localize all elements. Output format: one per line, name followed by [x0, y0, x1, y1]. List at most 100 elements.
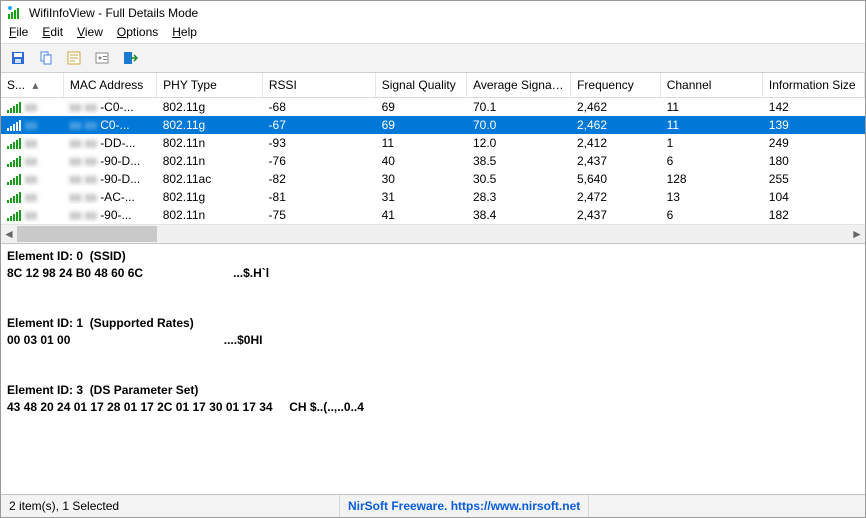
table-row[interactable]: xxxx xx -90-D...802.11n-764038.52,437618… — [1, 152, 865, 170]
cell-avg: 28.3 — [467, 190, 571, 204]
cell-freq: 2,437 — [571, 154, 661, 168]
cell-freq: 2,412 — [571, 136, 661, 150]
menu-file[interactable]: File — [9, 25, 28, 39]
menu-help[interactable]: Help — [172, 25, 197, 39]
cell-phy: 802.11n — [157, 136, 263, 150]
cell-freq: 2,462 — [571, 118, 661, 132]
scroll-track[interactable] — [17, 226, 849, 242]
options-button[interactable] — [91, 47, 113, 69]
cell-mac: xx xx -C0-... — [64, 100, 157, 114]
header-freq[interactable]: Frequency — [571, 73, 661, 97]
header-signal-quality[interactable]: Signal Quality — [376, 73, 467, 97]
scroll-thumb[interactable] — [17, 226, 157, 242]
cell-ch: 13 — [661, 190, 763, 204]
cell-sq: 69 — [376, 100, 467, 114]
cell-rssi: -67 — [263, 118, 376, 132]
header-avg[interactable]: Average Signal... — [467, 73, 571, 97]
properties-button[interactable] — [63, 47, 85, 69]
cell-avg: 38.5 — [467, 154, 571, 168]
cell-rssi: -68 — [263, 100, 376, 114]
app-window: WifiInfoView - Full Details Mode File Ed… — [0, 0, 866, 518]
copy-button[interactable] — [35, 47, 57, 69]
cell-phy: 802.11g — [157, 190, 263, 204]
header-mac[interactable]: MAC Address — [64, 73, 157, 97]
cell-ssid: xx — [1, 136, 64, 150]
cell-ssid: xx — [1, 190, 64, 204]
cell-mac: xx xx -90-... — [64, 208, 157, 222]
status-link[interactable]: NirSoft Freeware. https://www.nirsoft.ne… — [340, 495, 589, 517]
cell-ssid: xx — [1, 172, 64, 186]
menu-edit[interactable]: Edit — [42, 25, 63, 39]
list-header: S... ▴ MAC Address PHY Type RSSI Signal … — [1, 73, 865, 98]
cell-avg: 70.0 — [467, 118, 571, 132]
signal-icon — [7, 173, 21, 185]
cell-phy: 802.11g — [157, 100, 263, 114]
cell-info: 249 — [763, 136, 865, 150]
save-button[interactable] — [7, 47, 29, 69]
cell-mac: xx xx -AC-... — [64, 190, 157, 204]
cell-ch: 128 — [661, 172, 763, 186]
cell-ssid: xx — [1, 118, 64, 132]
cell-mac: xx xx C0-... — [64, 118, 157, 132]
header-rssi[interactable]: RSSI — [263, 73, 376, 97]
ssid-blurred: xx — [25, 118, 37, 132]
ssid-blurred: xx — [25, 190, 37, 204]
cell-freq: 2,472 — [571, 190, 661, 204]
header-info[interactable]: Information Size — [763, 73, 865, 97]
signal-icon — [7, 191, 21, 203]
scroll-right-icon[interactable]: ► — [849, 226, 865, 242]
signal-icon — [7, 101, 21, 113]
table-row[interactable]: xxxx xx C0-...802.11g-676970.02,46211139 — [1, 116, 865, 134]
cell-ssid: xx — [1, 154, 64, 168]
horizontal-scrollbar[interactable]: ◄ ► — [1, 224, 865, 243]
cell-phy: 802.11n — [157, 208, 263, 222]
scroll-left-icon[interactable]: ◄ — [1, 226, 17, 242]
table-row[interactable]: xxxx xx -AC-...802.11g-813128.32,4721310… — [1, 188, 865, 206]
ssid-blurred: xx — [25, 136, 37, 150]
table-row[interactable]: xxxx xx -90-...802.11n-754138.42,4376182 — [1, 206, 865, 224]
details-pane[interactable]: Element ID: 0 (SSID) 8C 12 98 24 B0 48 6… — [1, 243, 865, 494]
ssid-blurred: xx — [25, 172, 37, 186]
cell-info: 139 — [763, 118, 865, 132]
cell-sq: 11 — [376, 136, 467, 150]
table-row[interactable]: xxxx xx -90-D...802.11ac-823030.55,64012… — [1, 170, 865, 188]
cell-ch: 6 — [661, 154, 763, 168]
cell-freq: 2,462 — [571, 100, 661, 114]
signal-icon — [7, 209, 21, 221]
menu-options[interactable]: Options — [117, 25, 158, 39]
ssid-blurred: xx — [25, 208, 37, 222]
list-body[interactable]: xxxx xx -C0-...802.11g-686970.12,4621114… — [1, 98, 865, 224]
cell-info: 255 — [763, 172, 865, 186]
cell-avg: 70.1 — [467, 100, 571, 114]
cell-ch: 6 — [661, 208, 763, 222]
header-channel[interactable]: Channel — [661, 73, 763, 97]
cell-info: 180 — [763, 154, 865, 168]
cell-avg: 38.4 — [467, 208, 571, 222]
signal-icon — [7, 137, 21, 149]
cell-avg: 12.0 — [467, 136, 571, 150]
table-row[interactable]: xxxx xx -DD-...802.11n-931112.02,4121249 — [1, 134, 865, 152]
cell-ch: 11 — [661, 118, 763, 132]
cell-ch: 11 — [661, 100, 763, 114]
cell-rssi: -76 — [263, 154, 376, 168]
cell-sq: 31 — [376, 190, 467, 204]
app-icon — [7, 5, 23, 21]
exit-button[interactable] — [119, 47, 141, 69]
header-phy[interactable]: PHY Type — [157, 73, 263, 97]
cell-ssid: xx — [1, 100, 64, 114]
cell-phy: 802.11ac — [157, 172, 263, 186]
table-row[interactable]: xxxx xx -C0-...802.11g-686970.12,4621114… — [1, 98, 865, 116]
header-ssid[interactable]: S... ▴ — [1, 73, 64, 97]
menu-view[interactable]: View — [77, 25, 103, 39]
cell-freq: 2,437 — [571, 208, 661, 222]
cell-phy: 802.11n — [157, 154, 263, 168]
cell-info: 182 — [763, 208, 865, 222]
window-title: WifiInfoView - Full Details Mode — [29, 6, 198, 20]
cell-phy: 802.11g — [157, 118, 263, 132]
cell-info: 104 — [763, 190, 865, 204]
menu-bar: File Edit View Options Help — [1, 23, 865, 43]
cell-avg: 30.5 — [467, 172, 571, 186]
cell-mac: xx xx -90-D... — [64, 154, 157, 168]
cell-sq: 30 — [376, 172, 467, 186]
cell-ssid: xx — [1, 208, 64, 222]
